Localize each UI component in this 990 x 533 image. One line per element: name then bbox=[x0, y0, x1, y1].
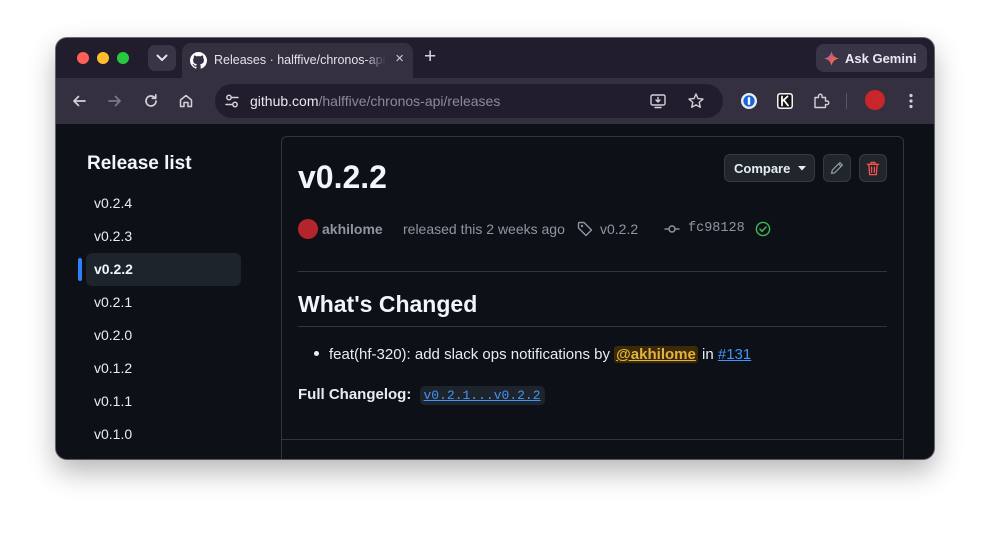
mention-link[interactable]: @akhilome bbox=[614, 346, 698, 363]
tab-releases[interactable]: Releases · halffive/chronos-api × bbox=[182, 43, 413, 78]
close-tab-icon[interactable]: × bbox=[395, 51, 404, 66]
release-list-title: Release list bbox=[87, 153, 192, 174]
heading-divider bbox=[298, 326, 887, 327]
page-content: Release list v0.2.4 v0.2.3 v0.2.2 v0.2.1 v0.… bbox=[56, 124, 934, 459]
release-version-title: v0.2.2 bbox=[298, 159, 387, 195]
tab-strip: Releases · halffive/chronos-api × + Ask … bbox=[56, 38, 934, 78]
release-list-item[interactable]: v0.2.0 bbox=[86, 319, 241, 352]
author-avatar[interactable] bbox=[298, 219, 318, 239]
url-path: /halffive/chronos-api/releases bbox=[318, 93, 501, 109]
released-text: released this 2 weeks ago bbox=[403, 221, 565, 237]
back-button[interactable] bbox=[69, 91, 89, 111]
browser-window: Releases · halffive/chronos-api × + Ask … bbox=[56, 38, 934, 459]
puzzle-icon bbox=[814, 93, 830, 109]
toolbar-separator bbox=[846, 93, 847, 109]
minimize-window-button[interactable] bbox=[97, 52, 109, 64]
ask-gemini-label: Ask Gemini bbox=[845, 50, 917, 66]
forward-icon bbox=[108, 95, 121, 107]
trash-icon bbox=[866, 161, 880, 175]
extensions-button[interactable] bbox=[811, 91, 831, 111]
browser-toolbar: github.com/halffive/chronos-api/releases bbox=[56, 78, 934, 124]
tab-title: Releases · halffive/chronos-api bbox=[214, 53, 386, 67]
release-list-item[interactable]: v0.1.0 bbox=[86, 418, 241, 451]
menu-button[interactable] bbox=[901, 91, 921, 111]
card-divider bbox=[282, 439, 903, 440]
forward-button[interactable] bbox=[105, 91, 125, 111]
release-list-item[interactable]: v0.1.1 bbox=[86, 385, 241, 418]
release-list: v0.2.4 v0.2.3 v0.2.2 v0.2.1 v0.2.0 v0.1.2 v0.1… bbox=[78, 187, 241, 451]
profile-avatar[interactable] bbox=[865, 90, 885, 110]
close-window-button[interactable] bbox=[77, 52, 89, 64]
release-list-item[interactable]: v0.2.3 bbox=[86, 220, 241, 253]
pencil-icon bbox=[830, 161, 844, 175]
author-link[interactable]: akhilome bbox=[322, 221, 383, 237]
tag-link[interactable]: v0.2.2 bbox=[600, 221, 638, 237]
star-icon[interactable] bbox=[687, 92, 705, 110]
release-list-item[interactable]: v0.1.2 bbox=[86, 352, 241, 385]
github-icon bbox=[190, 52, 207, 69]
extension-k-icon bbox=[777, 93, 793, 109]
change-in-text: in bbox=[702, 346, 714, 363]
gemini-icon bbox=[824, 50, 839, 66]
ask-gemini-button[interactable]: Ask Gemini bbox=[816, 44, 927, 72]
tab-search-button[interactable] bbox=[148, 45, 176, 71]
tag-icon bbox=[577, 221, 593, 237]
back-icon bbox=[73, 95, 86, 107]
home-button[interactable] bbox=[176, 91, 196, 111]
reload-icon bbox=[145, 93, 157, 107]
url-host: github.com bbox=[250, 93, 319, 109]
check-circle-icon[interactable] bbox=[755, 221, 771, 237]
new-tab-button[interactable]: + bbox=[424, 46, 436, 67]
address-bar[interactable]: github.com/halffive/chronos-api/releases bbox=[215, 84, 723, 118]
change-item: feat(hf-320): add slack ops notification… bbox=[314, 346, 751, 363]
changelog-link[interactable]: v0.2.1...v0.2.2 bbox=[419, 386, 545, 405]
meta-divider bbox=[298, 271, 887, 272]
extension-k-button[interactable] bbox=[775, 91, 795, 111]
whats-changed-heading: What's Changed bbox=[298, 291, 478, 317]
password-manager-button[interactable] bbox=[739, 91, 759, 111]
caret-down-icon bbox=[798, 165, 807, 170]
full-changelog: Full Changelog: v0.2.1...v0.2.2 bbox=[298, 386, 545, 405]
tune-icon[interactable] bbox=[223, 92, 241, 110]
compare-label: Compare bbox=[734, 160, 791, 176]
url-text: github.com/halffive/chronos-api/releases bbox=[250, 93, 500, 109]
maximize-window-button[interactable] bbox=[117, 52, 129, 64]
compare-button[interactable]: Compare bbox=[724, 154, 815, 182]
change-text: feat(hf-320): add slack ops notification… bbox=[329, 346, 610, 363]
delete-button[interactable] bbox=[859, 154, 887, 182]
reload-button[interactable] bbox=[141, 91, 161, 111]
commit-icon bbox=[664, 225, 680, 233]
release-meta: akhilome released this 2 weeks ago v0.2.… bbox=[298, 219, 888, 239]
release-card: v0.2.2 Compare akhilome released this 2 … bbox=[281, 136, 904, 459]
password-manager-icon bbox=[741, 93, 757, 109]
release-list-item[interactable]: v0.2.4 bbox=[86, 187, 241, 220]
menu-icon bbox=[909, 93, 913, 109]
bullet-dot bbox=[314, 350, 319, 356]
release-list-item[interactable]: v0.2.2 bbox=[78, 253, 241, 286]
release-list-item[interactable]: v0.2.1 bbox=[86, 286, 241, 319]
install-icon[interactable] bbox=[649, 92, 667, 110]
chevron-down-icon bbox=[156, 54, 168, 61]
home-icon bbox=[179, 94, 193, 108]
pr-link[interactable]: #131 bbox=[718, 346, 751, 363]
changelog-label: Full Changelog: bbox=[298, 386, 412, 403]
commit-link[interactable]: fc98128 bbox=[688, 221, 745, 236]
edit-button[interactable] bbox=[823, 154, 851, 182]
